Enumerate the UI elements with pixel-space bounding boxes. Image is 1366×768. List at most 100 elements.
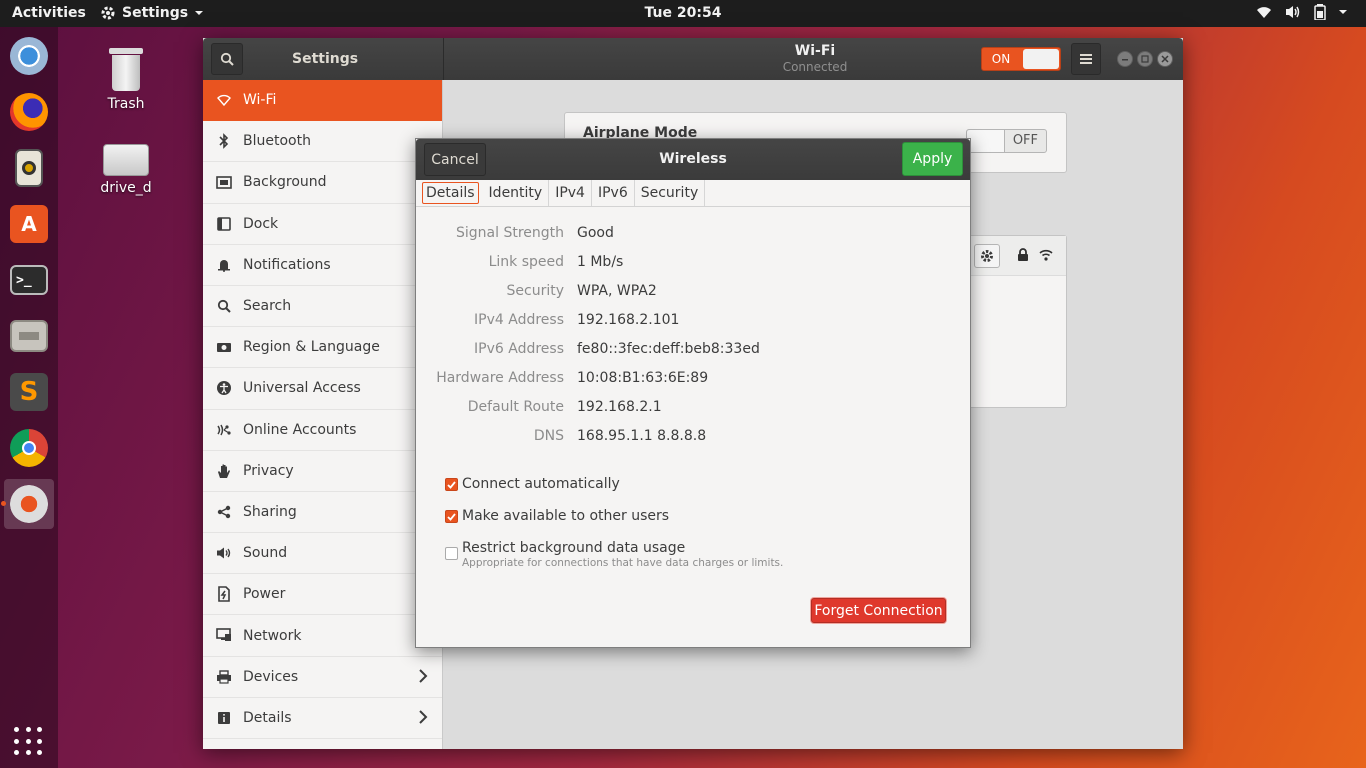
sidebar-item-online-accounts[interactable]: Online Accounts: [203, 410, 442, 451]
detail-value: Good: [577, 225, 614, 241]
detail-key: DNS: [533, 428, 564, 444]
dock-item-terminal[interactable]: >_: [4, 255, 54, 305]
dock-item-rhythmbox[interactable]: [4, 143, 54, 193]
minimize-icon: [1122, 59, 1128, 61]
detail-row: Default Route 192.168.2.1: [416, 399, 970, 428]
sidebar-title: Settings: [292, 51, 359, 67]
sidebar-item-network[interactable]: Network: [203, 615, 442, 657]
dock-item-firefox[interactable]: [4, 87, 54, 137]
sidebar-item-notifications[interactable]: Notifications: [203, 245, 442, 286]
detail-value: fe80::3fec:deff:beb8:33ed: [577, 341, 760, 357]
checkmark-icon: [447, 512, 456, 521]
desktop-icon-label: Trash: [107, 96, 145, 112]
cancel-button[interactable]: Cancel: [424, 143, 486, 176]
maximize-button[interactable]: [1137, 51, 1153, 67]
detail-key: Security: [506, 283, 565, 299]
sidebar-item-label: Universal Access: [243, 380, 361, 397]
system-tray[interactable]: [1256, 4, 1348, 20]
dock-item-settings[interactable]: [1, 479, 54, 529]
show-applications-button[interactable]: [14, 727, 44, 757]
airplane-mode-toggle[interactable]: OFF: [966, 129, 1047, 153]
sidebar-item-region[interactable]: Region & Language: [203, 327, 442, 369]
sidebar-item-label: Power: [243, 586, 286, 603]
desktop-icon-trash[interactable]: Trash: [86, 46, 166, 112]
sidebar-item-label: Devices: [243, 668, 299, 685]
desktop-icon-drive[interactable]: drive_d: [86, 144, 166, 196]
sidebar-item-universal-access[interactable]: Universal Access: [203, 368, 442, 410]
checkbox-unchecked[interactable]: [445, 547, 458, 560]
dock-item-chrome[interactable]: [4, 423, 54, 473]
close-button[interactable]: [1157, 51, 1173, 67]
sidebar-item-search[interactable]: Search: [203, 286, 442, 328]
connect-automatically-checkbox[interactable]: Connect automatically: [445, 476, 620, 492]
network-icon: [216, 627, 232, 643]
dock: A >_ S: [0, 27, 58, 768]
sidebar-item-label: Privacy: [243, 462, 294, 479]
detail-key: IPv6 Address: [474, 341, 564, 357]
dock-item-files[interactable]: [4, 311, 54, 361]
sidebar-item-label: Bluetooth: [243, 133, 311, 150]
tab-security[interactable]: Security: [635, 180, 706, 206]
gear-icon: [981, 250, 993, 262]
sidebar-item-sharing[interactable]: Sharing: [203, 492, 442, 534]
camera-icon: [216, 339, 232, 355]
wifi-icon: [216, 92, 232, 108]
minimize-button[interactable]: [1117, 51, 1133, 67]
wireless-dialog: Cancel Wireless Apply Details Identity I…: [415, 138, 971, 648]
app-menu-label: Settings: [122, 5, 189, 21]
tab-ipv4[interactable]: IPv4: [549, 180, 592, 206]
sidebar-item-dock[interactable]: Dock: [203, 204, 442, 245]
dock-item-sublime[interactable]: S: [4, 367, 54, 417]
tab-identity[interactable]: Identity: [479, 180, 550, 206]
firefox-icon: [10, 93, 48, 131]
app-menu[interactable]: Settings: [100, 5, 204, 21]
available-to-others-checkbox[interactable]: Make available to other users: [445, 508, 669, 524]
sidebar-item-privacy[interactable]: Privacy: [203, 451, 442, 492]
tab-details[interactable]: Details: [422, 182, 479, 204]
sidebar-item-label: Background: [243, 174, 327, 191]
sidebar-item-bluetooth[interactable]: Bluetooth: [203, 121, 442, 163]
lock-icon: [1018, 248, 1028, 261]
page-title: Wi-Fi: [794, 43, 836, 59]
sidebar-item-devices[interactable]: Devices: [203, 657, 442, 698]
background-icon: [216, 174, 232, 190]
tab-ipv6[interactable]: IPv6: [592, 180, 635, 206]
menu-button[interactable]: [1071, 43, 1101, 75]
desktop-icon-label: drive_d: [100, 180, 152, 196]
sidebar-item-sound[interactable]: Sound: [203, 533, 442, 575]
network-settings-button[interactable]: [974, 244, 1000, 268]
share-icon: [216, 504, 232, 520]
sidebar-item-details[interactable]: Details: [203, 698, 442, 739]
wifi-toggle[interactable]: ON: [981, 47, 1061, 71]
terminal-icon: >_: [10, 265, 48, 295]
detail-value: 192.168.2.101: [577, 312, 680, 328]
drive-icon: [103, 144, 149, 176]
search-button[interactable]: [211, 43, 243, 75]
chevron-right-icon: [419, 668, 428, 683]
toggle-label: ON: [991, 52, 1011, 66]
checkbox-checked[interactable]: [445, 478, 458, 491]
sidebar-item-power[interactable]: Power: [203, 574, 442, 616]
clock[interactable]: Tue 20:54: [645, 5, 722, 21]
restrict-background-checkbox[interactable]: Restrict background data usage Appropria…: [445, 540, 783, 569]
chromium-icon: [10, 37, 48, 75]
details-list: Signal Strength Good Link speed 1 Mb/s S…: [416, 225, 970, 457]
checkbox-label: Make available to other users: [462, 508, 670, 524]
files-icon: [10, 320, 48, 352]
apply-button[interactable]: Apply: [902, 142, 963, 176]
detail-row: IPv4 Address 192.168.2.101: [416, 312, 970, 341]
printer-icon: [216, 669, 232, 685]
chevron-down-icon: [195, 11, 204, 15]
chevron-down-icon: [1339, 10, 1347, 14]
accounts-icon: [216, 422, 232, 438]
software-center-icon: A: [10, 205, 48, 243]
checkbox-checked[interactable]: [445, 510, 458, 523]
sidebar-item-background[interactable]: Background: [203, 162, 442, 204]
activities-button[interactable]: Activities: [12, 5, 86, 21]
forget-connection-button[interactable]: Forget Connection: [811, 598, 946, 623]
dock-item-software[interactable]: A: [4, 199, 54, 249]
dialog-header: Cancel Wireless Apply: [416, 139, 970, 180]
sidebar-item-wifi[interactable]: Wi-Fi: [203, 80, 442, 122]
dock-item-chromium[interactable]: [4, 31, 54, 81]
sidebar-item-label: Search: [243, 298, 292, 315]
